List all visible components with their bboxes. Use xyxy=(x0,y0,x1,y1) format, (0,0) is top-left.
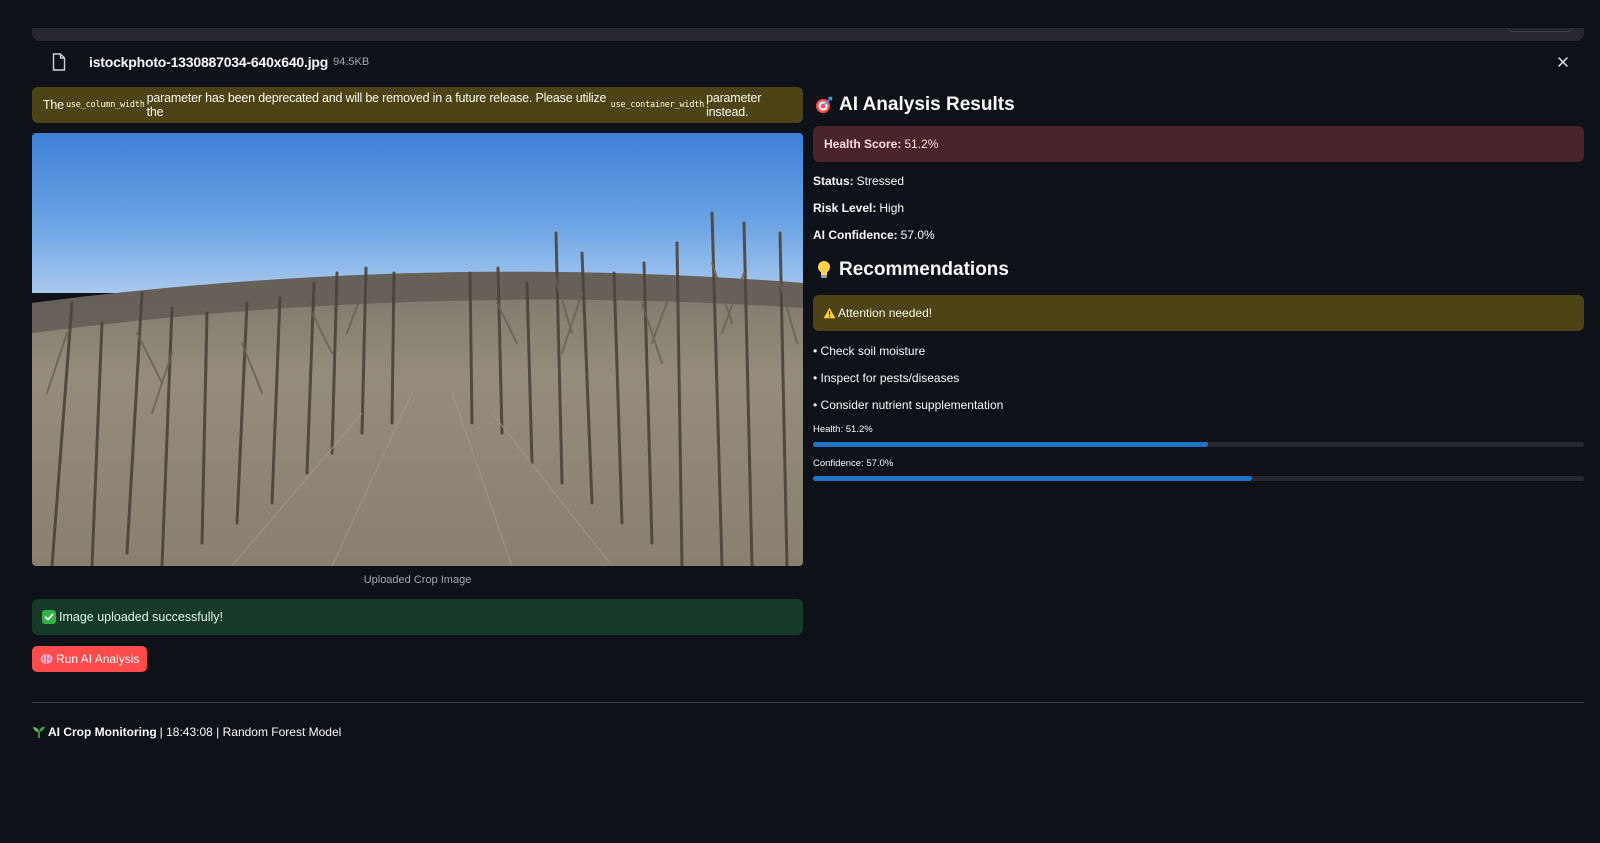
risk-level-row: Risk Level: High xyxy=(813,201,1584,215)
seedling-icon xyxy=(32,726,46,738)
recommendation-item: • Check soil moisture xyxy=(813,344,926,358)
crop-image xyxy=(32,133,803,566)
health-score-value: 51.2% xyxy=(904,137,939,151)
recommendations-heading: Recommendations xyxy=(813,253,1584,287)
warning-param-old: use_column_width xyxy=(65,100,145,110)
status-label: Status: xyxy=(813,174,854,188)
uploaded-file-name: istockphoto-1330887034-640x640.jpg xyxy=(89,54,329,70)
footer-app-name: AI Crop Monitoring xyxy=(48,725,157,739)
warning-text-prefix: The xyxy=(43,98,64,112)
uploaded-file-row: istockphoto-1330887034-640x640.jpg 94.5K… xyxy=(32,48,1584,76)
file-icon xyxy=(46,49,72,75)
ai-confidence-row: AI Confidence: 57.0% xyxy=(813,228,1584,242)
status-value: Stressed xyxy=(856,174,905,188)
file-uploader-dropzone[interactable] xyxy=(32,28,1584,41)
health-progress-label: Health: 51.2% xyxy=(813,424,873,435)
close-icon[interactable] xyxy=(1552,51,1574,73)
health-progress-fill xyxy=(813,442,1208,447)
footer-divider xyxy=(32,702,1584,703)
uploaded-file-size: 94.5KB xyxy=(333,56,370,68)
ai-confidence-value: 57.0% xyxy=(900,228,935,242)
recommendation-item: • Inspect for pests/diseases xyxy=(813,371,960,385)
risk-level-label: Risk Level: xyxy=(813,201,877,215)
recommendation-item: • Consider nutrient supplementation xyxy=(813,398,1004,412)
upload-success-alert: Image uploaded successfully! xyxy=(32,599,803,635)
footer: AI Crop Monitoring | 18:43:08 | Random F… xyxy=(32,725,341,739)
run-ai-analysis-button[interactable]: Run AI Analysis xyxy=(32,646,148,672)
health-score-label: Health Score: xyxy=(824,137,902,151)
attention-alert: Attention needed! xyxy=(813,295,1584,331)
left-column: The use_column_width parameter has been … xyxy=(32,87,803,672)
run-ai-analysis-label: Run AI Analysis xyxy=(56,652,140,666)
ai-confidence-label: AI Confidence: xyxy=(813,228,898,242)
footer-details: | 18:43:08 | Random Forest Model xyxy=(159,725,342,739)
right-column: AI Analysis Results Health Score: 51.2% … xyxy=(813,87,1584,481)
confidence-progress-bar xyxy=(813,476,1584,481)
status-row: Status: Stressed xyxy=(813,174,1584,188)
warning-text-suffix: parameter instead. xyxy=(706,91,762,119)
image-caption: Uploaded Crop Image xyxy=(363,574,472,586)
warning-text-middle: parameter has been deprecated and will b… xyxy=(146,91,607,119)
lightbulb-icon xyxy=(813,259,835,281)
recommendations-title: Recommendations xyxy=(839,259,1009,280)
attention-text: Attention needed! xyxy=(838,306,933,320)
app-page: istockphoto-1330887034-640x640.jpg 94.5K… xyxy=(0,0,1600,843)
brain-icon xyxy=(40,653,53,665)
risk-level-value: High xyxy=(879,201,905,215)
upload-success-text: Image uploaded successfully! xyxy=(59,610,223,624)
target-icon xyxy=(813,94,835,116)
check-icon xyxy=(42,610,56,624)
confidence-progress-label: Confidence: 57.0% xyxy=(813,458,894,469)
analysis-results-title: AI Analysis Results xyxy=(839,94,1015,115)
browse-files-button[interactable] xyxy=(1508,28,1572,32)
warning-param-new: use_container_width xyxy=(610,100,705,110)
health-score-alert: Health Score: 51.2% xyxy=(813,126,1584,162)
health-progress-bar xyxy=(813,442,1584,447)
analysis-results-heading: AI Analysis Results xyxy=(813,88,1584,122)
warning-icon xyxy=(823,307,836,319)
deprecation-warning: The use_column_width parameter has been … xyxy=(32,87,803,123)
confidence-progress-fill xyxy=(813,476,1253,481)
